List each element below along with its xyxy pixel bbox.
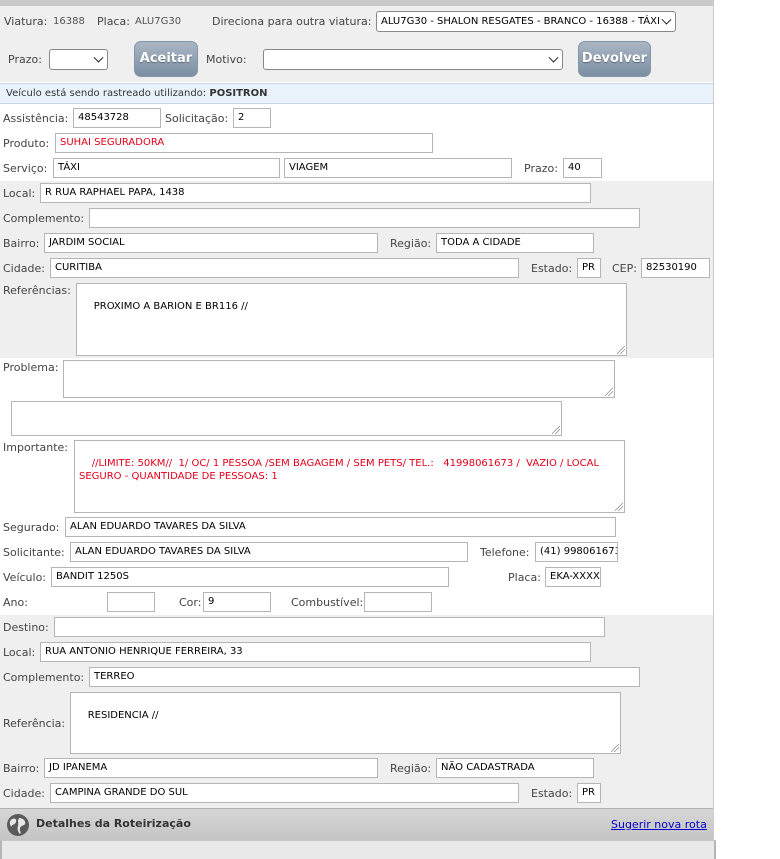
service-panel: Viatura: 16388 Placa: ALU7G30 Direciona … — [0, 0, 716, 859]
ano-field[interactable] — [107, 592, 155, 612]
devolver-button[interactable]: Devolver — [578, 41, 651, 77]
veiculo-field[interactable]: BANDIT 1250S — [51, 567, 449, 587]
motivo-label: Motivo: — [206, 53, 247, 66]
dest-complemento-label: Complemento: — [3, 671, 85, 684]
bairro-field[interactable]: JARDIM SOCIAL — [44, 233, 378, 253]
telefone-label: Telefone: — [480, 546, 530, 559]
placa-field[interactable]: EKA-XXXX — [545, 567, 601, 587]
ano-label: Ano: — [3, 596, 28, 609]
estado-label: Estado: — [531, 262, 573, 275]
placa-header-value: ALU7G30 — [135, 16, 182, 27]
dest-estado-field[interactable]: PR — [577, 783, 601, 803]
resize-grip-icon[interactable] — [605, 388, 613, 396]
dest-referencia-text: RESIDENCIA // — [87, 710, 159, 721]
produto-label: Produto: — [3, 137, 50, 150]
prazo-field[interactable]: 40 — [563, 158, 602, 178]
servico-field[interactable]: TÁXI — [53, 158, 280, 178]
globe-icon — [7, 814, 29, 836]
solicitante-field[interactable]: ALAN EDUARDO TAVARES DA SILVA — [70, 542, 468, 562]
local-label: Local: — [3, 187, 36, 200]
routing-header: Detalhes da Roteirização Sugerir nova ro… — [0, 808, 713, 840]
direciona-label: Direciona para outra viatura: — [212, 15, 372, 28]
importante-text: //LIMITE: 50KM// 1/ OC/ 1 PESSOA /SEM BA… — [79, 458, 603, 482]
dest-local-field[interactable]: RUA ANTONIO HENRIQUE FERREIRA, 33 — [40, 642, 591, 662]
segurado-label: Segurado: — [3, 521, 60, 534]
complemento-label: Complemento: — [3, 212, 85, 225]
dest-cidade-label: Cidade: — [3, 787, 45, 800]
referencias-label: Referências: — [3, 284, 71, 297]
assistencia-field[interactable]: 48543728 — [73, 108, 161, 128]
importante-textarea[interactable]: //LIMITE: 50KM// 1/ OC/ 1 PESSOA /SEM BA… — [74, 440, 625, 513]
aceitar-button[interactable]: Aceitar — [134, 41, 198, 77]
problema-textarea[interactable] — [63, 360, 615, 398]
combustivel-label: Combustível: — [291, 596, 364, 609]
tracking-bar: Veículo está sendo rastreado utilizando:… — [0, 83, 713, 104]
estado-field[interactable]: PR — [577, 258, 601, 278]
dest-regiao-label: Região: — [390, 762, 432, 775]
tracking-text: Veículo está sendo rastreado utilizando: — [6, 88, 207, 99]
prazo-header-label: Prazo: — [8, 53, 42, 66]
combustivel-field[interactable] — [364, 592, 432, 612]
segurado-field[interactable]: ALAN EDUARDO TAVARES DA SILVA — [65, 517, 616, 537]
direciona-selected: ALU7G30 - SHALON RESGATES - BRANCO - 163… — [381, 16, 660, 27]
solicitacao-label: Solicitação: — [165, 112, 229, 125]
veiculo-label: Veículo: — [3, 571, 47, 584]
dest-complemento-field[interactable]: TERREO — [89, 667, 640, 687]
produto-field[interactable]: SUHAI SEGURADORA — [55, 133, 433, 153]
chevron-down-icon — [661, 14, 672, 25]
local-field[interactable]: R RUA RAPHAEL PAPA, 1438 — [40, 183, 591, 203]
dest-referencia-textarea[interactable]: RESIDENCIA // — [70, 692, 621, 754]
routing-title: Detalhes da Roteirização — [36, 817, 191, 830]
complemento-field[interactable] — [89, 208, 640, 228]
resize-grip-icon[interactable] — [615, 503, 623, 511]
destino-field[interactable] — [54, 617, 605, 637]
assistencia-label: Assistência: — [3, 112, 69, 125]
resize-grip-icon[interactable] — [611, 744, 619, 752]
routing-frame — [0, 840, 716, 859]
importante-label: Importante: — [3, 441, 69, 454]
cep-field[interactable]: 82530190 — [641, 258, 710, 278]
dest-regiao-field[interactable]: NÃO CADASTRADA — [436, 758, 594, 778]
dest-local-label: Local: — [3, 646, 36, 659]
dest-referencia-label: Referência: — [3, 717, 66, 730]
cep-label: CEP: — [612, 262, 637, 275]
tracking-system: POSITRON — [209, 88, 268, 99]
regiao-field[interactable]: TODA A CIDADE — [436, 233, 594, 253]
chevron-down-icon — [548, 52, 559, 63]
chevron-down-icon — [93, 52, 104, 63]
solicitante-label: Solicitante: — [3, 546, 65, 559]
motivo-select[interactable] — [263, 49, 563, 70]
cor-field[interactable]: 9 — [203, 592, 271, 612]
referencias-textarea[interactable]: PROXIMO A BARION E BR116 // — [76, 283, 627, 356]
telefone-field[interactable]: (41) 998061673 — [535, 542, 618, 562]
cor-label: Cor: — [179, 596, 202, 609]
dest-cidade-field[interactable]: CAMPINA GRANDE DO SUL — [50, 783, 519, 803]
destino-label: Destino: — [3, 621, 49, 634]
placa-label: Placa: — [508, 571, 541, 584]
servico-label: Serviço: — [3, 162, 48, 175]
resize-grip-icon[interactable] — [617, 346, 625, 354]
problema-label: Problema: — [3, 361, 59, 374]
problema-extra-textarea[interactable] — [11, 401, 562, 436]
viatura-label: Viatura: — [4, 15, 48, 28]
solicitacao-field[interactable]: 2 — [233, 108, 271, 128]
cidade-label: Cidade: — [3, 262, 45, 275]
dest-bairro-label: Bairro: — [3, 762, 40, 775]
bairro-label: Bairro: — [3, 237, 40, 250]
servico-tipo-field[interactable]: VIAGEM — [284, 158, 512, 178]
prazo-label: Prazo: — [524, 162, 558, 175]
cidade-field[interactable]: CURITIBA — [50, 258, 519, 278]
referencias-text: PROXIMO A BARION E BR116 // — [93, 301, 248, 312]
direciona-select[interactable]: ALU7G30 - SHALON RESGATES - BRANCO - 163… — [376, 11, 676, 32]
dest-bairro-field[interactable]: JD IPANEMA — [44, 758, 378, 778]
resize-grip-icon[interactable] — [552, 426, 560, 434]
sugerir-rota-link[interactable]: Sugerir nova rota — [611, 818, 707, 831]
viatura-value: 16388 — [53, 16, 85, 27]
prazo-select[interactable] — [49, 49, 108, 70]
dest-estado-label: Estado: — [531, 787, 573, 800]
regiao-label: Região: — [390, 237, 432, 250]
placa-header-label: Placa: — [97, 15, 130, 28]
